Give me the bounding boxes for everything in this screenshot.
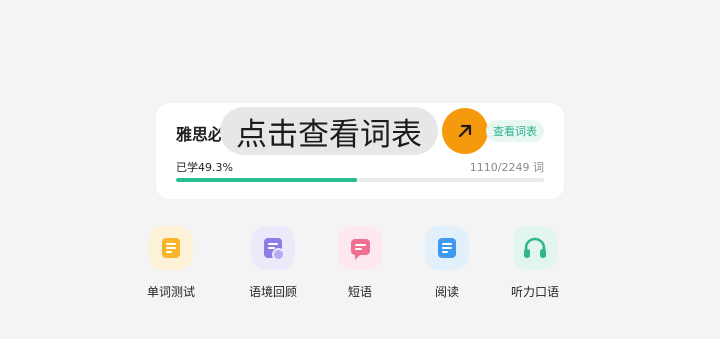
feature-reading[interactable]: 阅读	[402, 226, 492, 300]
open-wordlist-button[interactable]	[442, 108, 488, 154]
feature-word-test[interactable]: 单词测试	[126, 226, 216, 300]
view-wordlist-button[interactable]: 查看词表	[486, 120, 544, 142]
feature-label: 语境回顾	[248, 285, 297, 299]
learned-percentage: 已学49.3%	[176, 161, 233, 174]
feature-label: 短语	[347, 285, 372, 299]
progress-fill	[176, 178, 358, 182]
feature-label: 听力口语	[510, 285, 559, 299]
chat-bubble-icon	[338, 226, 382, 270]
feature-context-review[interactable]: 语境回顾	[228, 226, 318, 300]
feature-label: 阅读	[434, 285, 459, 299]
headphones-icon	[513, 226, 557, 270]
document-icon	[149, 226, 193, 270]
progress-track	[176, 178, 544, 182]
reading-icon	[425, 226, 469, 270]
word-count: 1110/2249 词	[469, 161, 544, 174]
book-title: 雅思必	[176, 125, 225, 144]
arrow-up-right-icon	[458, 124, 472, 138]
feature-phrases[interactable]: 短语	[315, 226, 405, 300]
document-review-icon	[251, 226, 295, 270]
tap-hint-overlay: 点击查看词表	[220, 107, 438, 155]
feature-label: 单词测试	[146, 285, 195, 299]
feature-listening-speaking[interactable]: 听力口语	[490, 226, 580, 300]
wordbook-card[interactable]: 雅思必 点击查看词表 查看词表 已学49.3% 1110/2249 词	[156, 103, 564, 199]
